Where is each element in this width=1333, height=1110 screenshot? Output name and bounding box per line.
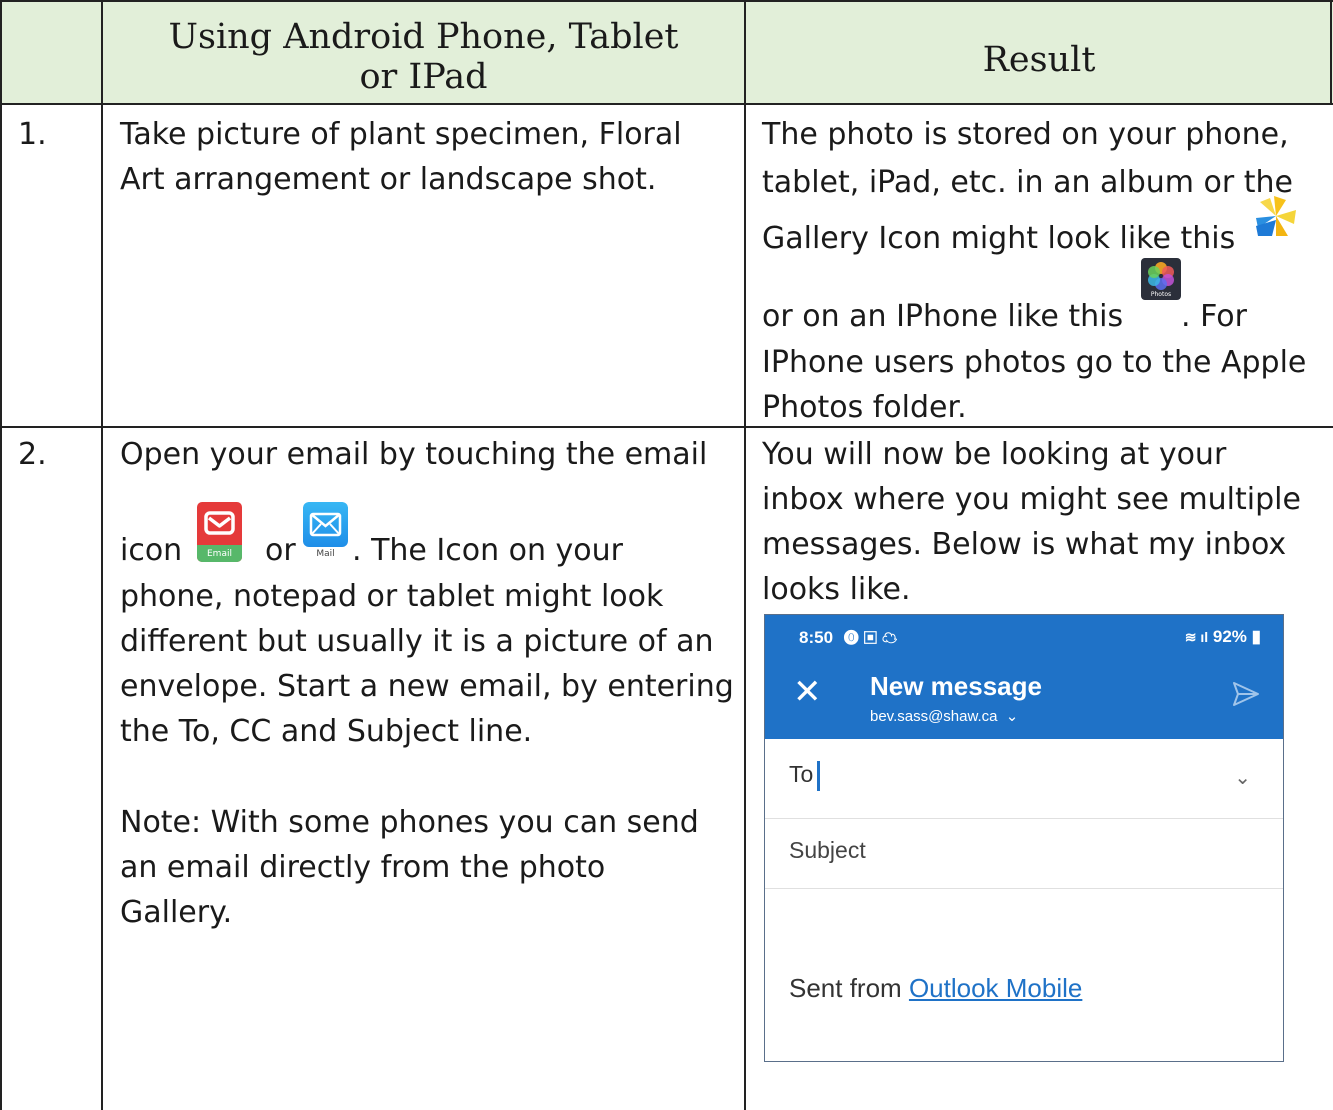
row-2-instruction-line: . The Icon on your — [352, 533, 624, 568]
compose-title: New message — [870, 671, 1042, 701]
column-divider-1 — [101, 0, 103, 1110]
row-1-number: 1. — [18, 117, 47, 152]
photos-icon: Photos — [1141, 258, 1181, 300]
row-1-result: The photo is stored on your phone, table… — [762, 112, 1332, 205]
header-instructions-line2: or IPad — [359, 57, 488, 97]
row-2-instruction-line: icon — [120, 533, 183, 568]
row-1-instruction-line: Art arrangement or landscape shot. — [120, 162, 657, 197]
row-2-instruction-block: phone, notepad or tablet might look diff… — [120, 574, 740, 754]
compose-header: 8:50 ⓿ ▣ ☁ ≋ ıl 92% ▮ ✕ New message bev.… — [765, 615, 1283, 739]
gallery-icon — [1256, 196, 1296, 236]
row-2-result-line: messages. Below is what my inbox — [762, 527, 1287, 562]
phone-screenshot: 8:50 ⓿ ▣ ☁ ≋ ıl 92% ▮ ✕ New message bev.… — [764, 614, 1284, 1062]
row-2-number: 2. — [18, 437, 47, 472]
row-divider-header — [0, 103, 1333, 105]
signature: Sent from Outlook Mobile — [789, 973, 1082, 1004]
row-2-note-line: an email directly from the photo — [120, 850, 606, 885]
row-1-result-line: or on an IPhone like this — [762, 299, 1124, 334]
column-divider-2 — [744, 0, 746, 1110]
status-time: 8:50 ⓿ ▣ ☁ — [799, 627, 897, 648]
status-time-text: 8:50 — [799, 628, 834, 647]
text-cursor — [817, 761, 821, 791]
row-2-instruction-line: Open your email by touching the email — [120, 437, 708, 472]
account-email: bev.sass@shaw.ca — [870, 708, 998, 725]
send-icon[interactable] — [1231, 679, 1261, 709]
mail-icon-label: Mail — [316, 549, 335, 559]
row-2-result: You will now be looking at your inbox wh… — [762, 432, 1332, 612]
battery-icon: ▮ — [1251, 627, 1261, 646]
header-result: Result — [982, 40, 1096, 80]
row-1-result-line: IPhone users photos go to the Apple — [762, 345, 1307, 380]
row-1-result-line: Gallery Icon might look like this — [762, 221, 1236, 256]
subject-field[interactable]: Subject — [789, 837, 866, 864]
row-1-result-lower: IPhone users photos go to the Apple Phot… — [762, 340, 1332, 430]
row-2-instruction-line: the To, CC and Subject line. — [120, 714, 533, 749]
signature-prefix: Sent from — [789, 973, 909, 1003]
to-field[interactable]: To — [789, 761, 821, 791]
row-2-note-line: Gallery. — [120, 895, 233, 930]
outlook-mobile-link[interactable]: Outlook Mobile — [909, 973, 1082, 1003]
row-2-result-line: You will now be looking at your — [762, 437, 1227, 472]
row-1-result-line: tablet, iPad, etc. in an album or the — [762, 165, 1293, 200]
email-icon-label: Email — [207, 549, 232, 559]
battery-level: 92% — [1212, 627, 1247, 646]
row-2-instruction-line: envelope. Start a new email, by entering — [120, 669, 734, 704]
mail-app-icon: Mail — [303, 502, 348, 562]
photos-icon-label: Photos — [1150, 291, 1172, 298]
status-icons: ⓿ ▣ ☁ — [843, 630, 898, 647]
table-border-top — [0, 0, 1333, 2]
photos-flower-icon — [1148, 262, 1174, 290]
row-2-instruction-line: or — [265, 533, 296, 568]
to-label: To — [789, 761, 814, 788]
header-instructions-line1: Using Android Phone, Tablet — [168, 17, 679, 57]
account-selector[interactable]: bev.sass@shaw.ca ⌄ — [870, 707, 1018, 725]
row-1-instruction: Take picture of plant specimen, Floral A… — [120, 112, 740, 202]
email-app-icon: Email — [197, 502, 242, 562]
row-2-note: Note: With some phones you can send an e… — [120, 800, 740, 935]
chevron-down-icon[interactable]: ⌄ — [1234, 765, 1251, 790]
subject-field-row[interactable]: Subject — [765, 819, 1283, 889]
to-field-row[interactable]: To ⌄ — [765, 739, 1283, 819]
row-2-result-line: inbox where you might see multiple — [762, 482, 1301, 517]
envelope-icon — [309, 512, 342, 537]
header-instructions: Using Android Phone, Tablet or IPad — [103, 17, 744, 97]
table-border-left — [0, 0, 2, 1110]
status-right: ≋ ıl 92% ▮ — [1185, 627, 1261, 647]
row-1-result-line: The photo is stored on your phone, — [762, 117, 1289, 152]
row-2-instruction-line: phone, notepad or tablet might look — [120, 579, 664, 614]
envelope-icon — [204, 511, 235, 535]
row-1-result-line: . For — [1181, 299, 1247, 334]
row-2-instruction-line: different but usually it is a picture of… — [120, 624, 714, 659]
wifi-signal-icon: ≋ ıl — [1184, 629, 1209, 645]
row-2-result-line: looks like. — [762, 572, 911, 607]
row-1-result-line: Photos folder. — [762, 390, 967, 425]
chevron-down-icon: ⌄ — [1005, 708, 1019, 725]
close-icon[interactable]: ✕ — [793, 675, 822, 709]
row-2-note-line: Note: With some phones you can send — [120, 805, 699, 840]
row-1-instruction-line: Take picture of plant specimen, Floral — [120, 117, 682, 152]
